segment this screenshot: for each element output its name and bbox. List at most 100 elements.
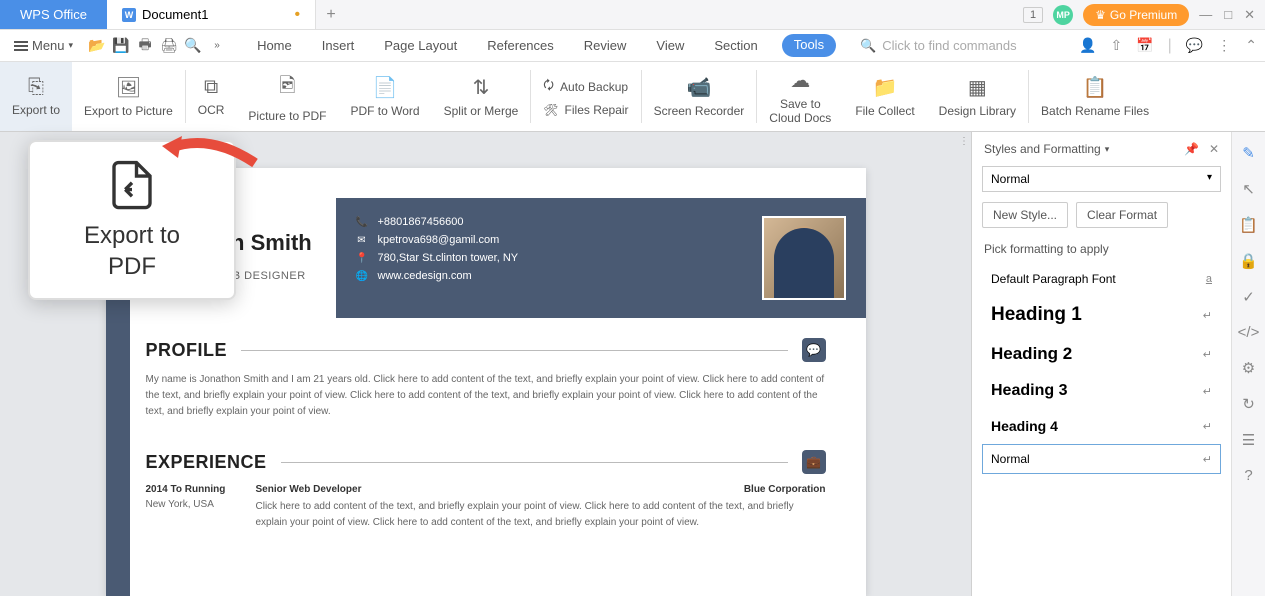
calendar-icon[interactable]: 📅: [1136, 37, 1153, 55]
maximize-button[interactable]: □: [1224, 7, 1232, 23]
tab-section[interactable]: Section: [708, 34, 763, 57]
save-icon[interactable]: 💾: [111, 36, 131, 56]
split-merge-button[interactable]: ⇅ Split or Merge: [432, 62, 531, 131]
more-options-icon[interactable]: ⋮: [1217, 37, 1231, 55]
file-collect-button[interactable]: 📁 File Collect: [843, 62, 926, 131]
paragraph-mark-icon: ↵: [1203, 348, 1212, 361]
wps-tab[interactable]: WPS Office: [0, 0, 107, 29]
search-icon: 🔍: [860, 38, 876, 54]
exp-role[interactable]: Senior Web Developer: [256, 484, 724, 495]
tab-references[interactable]: References: [481, 34, 559, 57]
resume-contact-block[interactable]: 📞+8801867456600 ✉kpetrova698@gamil.com 📍…: [336, 198, 866, 318]
phone-icon: 📞: [356, 217, 368, 228]
chevron-down-icon: ▾: [69, 40, 74, 51]
tab-page-layout[interactable]: Page Layout: [378, 34, 463, 57]
format-rail-icon[interactable]: ✎: [1242, 144, 1255, 162]
go-premium-button[interactable]: ♛ Go Premium: [1083, 4, 1189, 26]
minimize-button[interactable]: —: [1199, 7, 1212, 23]
history-rail-icon[interactable]: ↻: [1242, 395, 1255, 413]
resume-photo[interactable]: [762, 216, 846, 300]
user-avatar[interactable]: MP: [1053, 5, 1073, 25]
profile-text[interactable]: My name is Jonathon Smith and I am 21 ye…: [146, 372, 826, 420]
picture-pdf-icon: 🖻: [279, 71, 295, 105]
help-rail-icon[interactable]: ?: [1244, 467, 1252, 484]
save-cloud-button[interactable]: ☁ Save to Cloud Docs: [757, 62, 843, 131]
main-menu-button[interactable]: Menu ▾: [8, 34, 79, 57]
scroll-handle-icon[interactable]: ⋮: [959, 136, 969, 147]
exp-company[interactable]: Blue Corporation: [744, 484, 826, 495]
window-number-badge[interactable]: 1: [1023, 7, 1043, 23]
share-icon[interactable]: 👤: [1079, 37, 1096, 55]
batch-rename-button[interactable]: 📋 Batch Rename Files: [1029, 62, 1161, 131]
hamburger-icon: [14, 41, 28, 51]
list-rail-icon[interactable]: ☰: [1242, 431, 1255, 449]
profile-heading[interactable]: PROFILE: [146, 340, 228, 361]
exp-description[interactable]: Click here to add content of the text, a…: [256, 499, 826, 531]
export-to-picture-button[interactable]: 🖼 Export to Picture: [72, 62, 185, 131]
screen-recorder-button[interactable]: 📹 Screen Recorder: [642, 62, 757, 131]
print-icon[interactable]: 🖶: [135, 36, 155, 56]
pick-formatting-label: Pick formatting to apply: [972, 238, 1231, 260]
experience-heading[interactable]: EXPERIENCE: [146, 452, 267, 473]
upload-icon[interactable]: ⇧: [1111, 37, 1123, 55]
print-preview-icon[interactable]: 🖨: [159, 36, 179, 56]
tab-review[interactable]: Review: [578, 34, 633, 57]
files-repair-button[interactable]: 🛠 Files Repair: [543, 103, 628, 117]
export-icon: ⎘: [28, 76, 44, 99]
tab-home[interactable]: Home: [251, 34, 298, 57]
auto-backup-button[interactable]: 🗘 Auto Backup: [543, 76, 628, 97]
profile-badge-icon: 💬: [802, 338, 826, 362]
exp-date[interactable]: 2014 To Running: [146, 484, 236, 495]
tab-insert[interactable]: Insert: [316, 34, 361, 57]
command-search[interactable]: 🔍 Click to find commands: [860, 38, 1017, 54]
new-tab-button[interactable]: +: [316, 6, 346, 24]
document-name: Document1: [142, 7, 208, 22]
code-rail-icon[interactable]: </>: [1238, 324, 1260, 341]
collapse-ribbon-icon[interactable]: ⌃: [1245, 37, 1257, 55]
close-panel-icon[interactable]: ✕: [1209, 142, 1219, 156]
ocr-button[interactable]: ⧉ OCR: [186, 62, 237, 131]
picture-to-pdf-button[interactable]: 🖻 Picture to PDF: [236, 62, 338, 131]
ocr-icon: ⧉: [204, 76, 218, 99]
pdf-word-icon: 📄: [373, 75, 398, 100]
zoom-icon[interactable]: 🔍: [183, 36, 203, 56]
export-to-button[interactable]: ⎘ Export to: [0, 62, 72, 131]
design-library-button[interactable]: ▦ Design Library: [927, 62, 1028, 131]
pin-icon[interactable]: 📌: [1184, 142, 1199, 156]
cloud-icon: ☁: [790, 68, 810, 93]
review-rail-icon[interactable]: ✓: [1242, 288, 1255, 306]
writer-doc-icon: W: [122, 8, 136, 22]
rename-icon: 📋: [1083, 75, 1108, 100]
tab-view[interactable]: View: [650, 34, 690, 57]
style-heading-4[interactable]: Heading 4 ↵: [982, 410, 1221, 442]
style-selector-dropdown[interactable]: Normal ▾: [982, 166, 1221, 192]
close-button[interactable]: ✕: [1244, 7, 1255, 23]
lock-rail-icon[interactable]: 🔒: [1239, 252, 1258, 270]
new-style-button[interactable]: New Style...: [982, 202, 1068, 228]
paragraph-mark-icon: ↵: [1203, 420, 1212, 433]
comment-icon[interactable]: 💬: [1186, 37, 1203, 55]
split-merge-icon: ⇅: [473, 75, 490, 100]
dropdown-arrow-icon[interactable]: ▾: [1105, 144, 1110, 155]
panel-title: Styles and Formatting: [984, 142, 1101, 156]
settings-rail-icon[interactable]: ⚙: [1242, 359, 1255, 377]
style-heading-1[interactable]: Heading 1 ↵: [982, 296, 1221, 334]
tab-tools[interactable]: Tools: [782, 34, 836, 57]
clipboard-rail-icon[interactable]: 📋: [1239, 216, 1258, 234]
more-icon[interactable]: »: [207, 36, 227, 56]
paragraph-mark-icon: ↵: [1203, 309, 1212, 322]
style-default-paragraph[interactable]: Default Paragraph Font a: [982, 264, 1221, 294]
open-icon[interactable]: 📂: [87, 36, 107, 56]
style-heading-2[interactable]: Heading 2 ↵: [982, 336, 1221, 372]
style-heading-3[interactable]: Heading 3 ↵: [982, 374, 1221, 408]
task-pane-rail: ✎ ↖ 📋 🔒 ✓ </> ⚙ ↻ ☰ ?: [1231, 132, 1265, 596]
document-tab[interactable]: W Document1 •: [107, 0, 316, 29]
export-pdf-icon: [105, 158, 159, 212]
style-normal[interactable]: Normal ↵: [982, 444, 1221, 474]
select-rail-icon[interactable]: ↖: [1242, 180, 1255, 198]
library-icon: ▦: [968, 75, 987, 100]
exp-location[interactable]: New York, USA: [146, 499, 236, 531]
annotation-arrow-icon: [160, 128, 260, 178]
pdf-to-word-button[interactable]: 📄 PDF to Word: [338, 62, 431, 131]
clear-format-button[interactable]: Clear Format: [1076, 202, 1168, 228]
